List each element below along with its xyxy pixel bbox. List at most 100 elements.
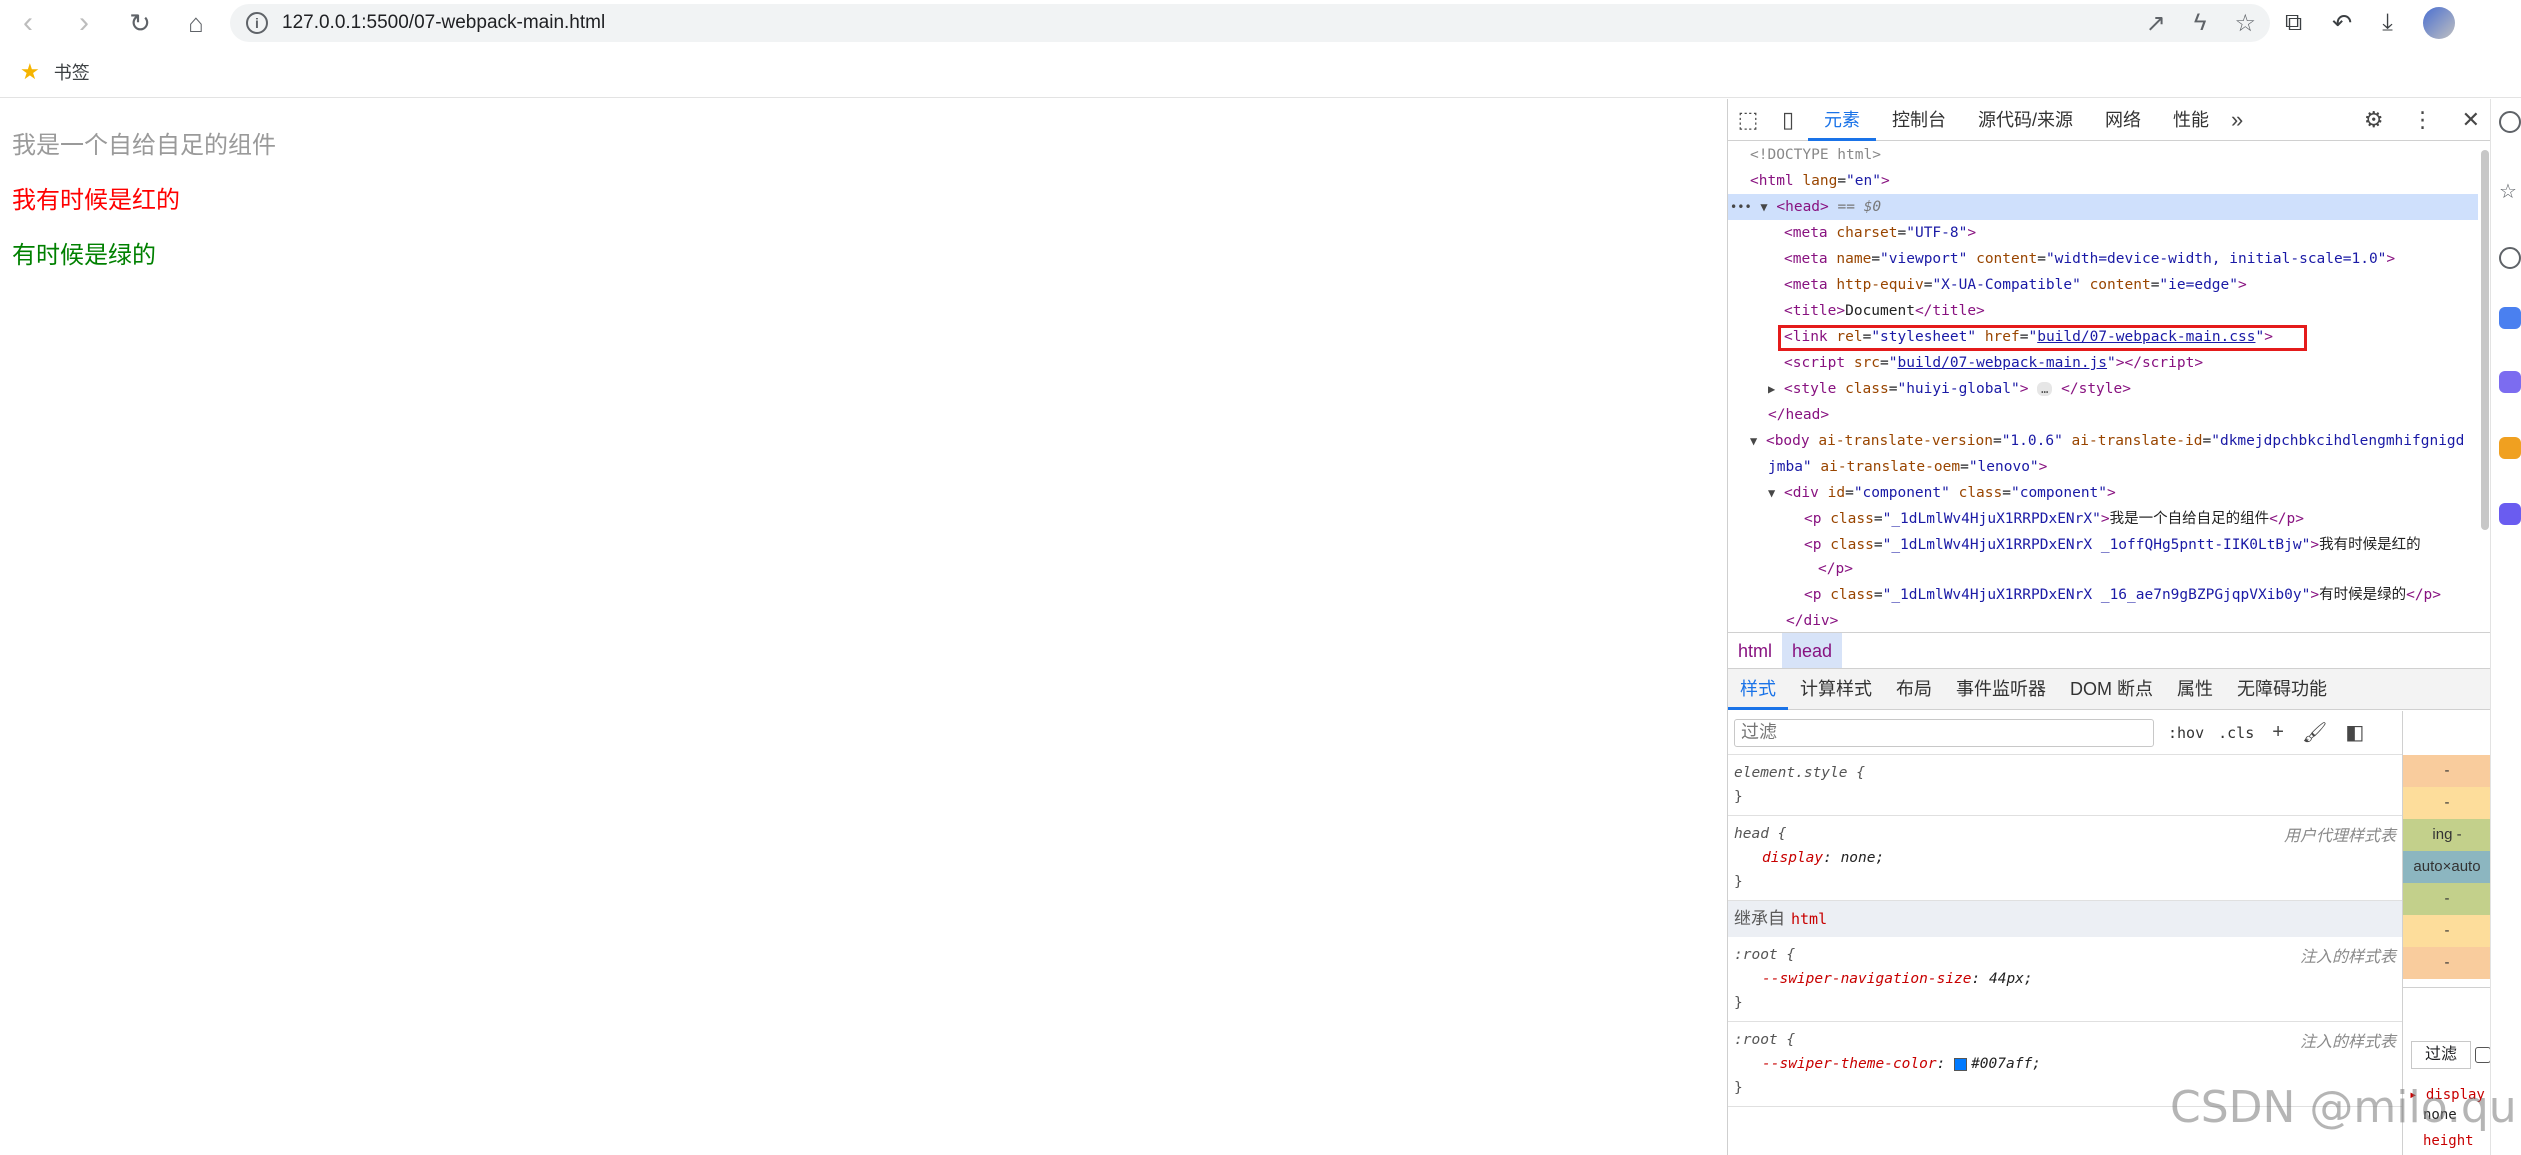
tab-console[interactable]: 控制台: [1876, 99, 1962, 141]
watermark: CSDN @milo.qu: [2170, 1082, 2517, 1133]
more-actions-icon[interactable]: •••: [1730, 200, 1752, 214]
rule-element-style[interactable]: element.style { }: [1728, 755, 2402, 816]
dom-node-meta-viewport[interactable]: <meta name="viewport" content="width=dev…: [1784, 246, 2395, 272]
dom-node-style[interactable]: ▶ <style class="huiyi-global"> … </style…: [1768, 376, 2131, 402]
tab-styles[interactable]: 样式: [1728, 668, 1788, 710]
inherited-header: 继承自 html: [1728, 901, 2402, 937]
rule-source: 注入的样式表: [2299, 1032, 2396, 1051]
annotation-highlight-box: [1778, 325, 2307, 351]
rule-root-navigation[interactable]: :root { 注入的样式表 --swiper-navigation-size:…: [1728, 937, 2402, 1022]
elements-scrollbar[interactable]: [2481, 150, 2489, 530]
close-icon[interactable]: ✕: [2462, 107, 2480, 133]
tab-layout[interactable]: 布局: [1884, 668, 1944, 710]
devtools-tabbar: ⬚ ▯ 元素 控制台 源代码/来源 网络 性能 » ⚙ ⋮ ✕: [1728, 99, 2490, 141]
tab-computed[interactable]: 计算样式: [1788, 668, 1884, 710]
box-model-padding: ing -: [2403, 819, 2491, 851]
color-swatch[interactable]: [1954, 1057, 1968, 1071]
tab-network[interactable]: 网络: [2089, 99, 2157, 141]
bookmark-folder[interactable]: 书签: [54, 59, 90, 85]
app-icon[interactable]: [2499, 307, 2521, 329]
browser-side-panel: ☆: [2490, 99, 2521, 1155]
component-text-green: 有时候是绿的: [12, 241, 156, 269]
component-text-gray: 我是一个自给自足的组件: [12, 131, 276, 159]
share-icon[interactable]: ↗: [2146, 9, 2166, 38]
avatar[interactable]: [2422, 7, 2455, 39]
divider: [2403, 987, 2491, 988]
url-text[interactable]: 127.0.0.1:5500/07-webpack-main.html: [282, 12, 605, 34]
reload-icon[interactable]: ↻: [112, 0, 168, 46]
tab-event-listeners[interactable]: 事件监听器: [1944, 668, 2058, 710]
breadcrumb-html[interactable]: html: [1728, 633, 1782, 669]
dom-node-p2-close[interactable]: </p>: [1818, 556, 1853, 582]
tab-properties[interactable]: 属性: [2165, 668, 2225, 710]
hov-button[interactable]: :hov: [2168, 724, 2204, 742]
rule-head[interactable]: head { 用户代理样式表 display: none; }: [1728, 816, 2402, 901]
tab-dom-breakpoints[interactable]: DOM 断点: [2058, 668, 2165, 710]
star-icon: ★: [20, 58, 40, 84]
dom-node-head-close[interactable]: </head>: [1768, 402, 1829, 428]
lightning-icon[interactable]: ϟ: [2194, 9, 2207, 37]
dom-node-html[interactable]: <html lang="en">: [1750, 168, 1890, 194]
extensions-icon[interactable]: ⧉: [2285, 9, 2302, 37]
collapse-arrow-icon[interactable]: ▶: [1768, 382, 1775, 396]
tab-sources[interactable]: 源代码/来源: [1962, 99, 2089, 141]
dom-node-meta-charset[interactable]: <meta charset="UTF-8">: [1784, 220, 1976, 246]
dom-node-body-cont[interactable]: jmba" ai-translate-oem="lenovo">: [1768, 454, 2047, 480]
bookmarks-bar: ★ 书签: [0, 46, 2521, 98]
shop-icon[interactable]: [2499, 437, 2521, 459]
expand-arrow-icon[interactable]: ▼: [1750, 434, 1757, 448]
inherited-tag-link[interactable]: html: [1791, 910, 1827, 928]
box-model-margin: -: [2403, 755, 2491, 787]
bookmark-star-icon[interactable]: ☆: [2234, 9, 2256, 38]
dom-node-p3[interactable]: <p class="_1dLmlWv4HjuX1RRPDxENrX _16_ae…: [1804, 582, 2441, 608]
page-content: 我是一个自给自足的组件 我有时候是红的 有时候是绿的: [0, 99, 1727, 1155]
ellipsis-icon[interactable]: …: [2037, 382, 2053, 396]
elements-tree: <!DOCTYPE html> <html lang="en"> ••• ▼ <…: [1728, 142, 2491, 632]
forward-icon[interactable]: ›: [56, 0, 112, 46]
search-icon[interactable]: [2499, 111, 2521, 133]
dom-node-title[interactable]: <title>Document</title>: [1784, 298, 1985, 324]
pin-icon[interactable]: ☆: [2499, 179, 2521, 203]
dom-node-p2[interactable]: <p class="_1dLmlWv4HjuX1RRPDxENrX _1offQ…: [1804, 532, 2421, 558]
dom-node-p1[interactable]: <p class="_1dLmlWv4HjuX1RRPDxENrX">我是一个自…: [1804, 506, 2304, 532]
address-bar[interactable]: i 127.0.0.1:5500/07-webpack-main.html ↗ …: [230, 4, 2270, 42]
history-icon[interactable]: [2499, 247, 2521, 269]
computed-prop-height[interactable]: height: [2423, 1133, 2474, 1149]
inspect-icon[interactable]: ⬚: [1728, 107, 1768, 133]
settings-icon[interactable]: ⚙: [2364, 107, 2384, 133]
assistant-icon[interactable]: [2499, 371, 2521, 393]
tab-accessibility[interactable]: 无障碍功能: [2225, 668, 2339, 710]
toggle-sidebar-icon[interactable]: ◧: [2345, 720, 2364, 745]
undo-icon[interactable]: ↶: [2332, 9, 2352, 38]
expand-arrow-icon[interactable]: ▼: [1760, 200, 1767, 214]
paint-icon[interactable]: 🖌: [2302, 720, 2327, 745]
component-text-red: 我有时候是红的: [12, 186, 180, 214]
dom-node-meta-http-equiv[interactable]: <meta http-equiv="X-UA-Compatible" conte…: [1784, 272, 2247, 298]
dom-node-head[interactable]: ••• ▼ <head> == $0: [1730, 194, 1881, 220]
device-toolbar-icon[interactable]: ▯: [1768, 107, 1808, 133]
back-icon[interactable]: ‹: [0, 0, 56, 46]
download-icon[interactable]: ⤓: [2382, 9, 2393, 37]
tool-icon[interactable]: [2499, 503, 2521, 525]
more-tabs-icon[interactable]: »: [2225, 107, 2249, 133]
breadcrumb-head[interactable]: head: [1782, 632, 1843, 669]
dom-node-body[interactable]: ▼ <body ai-translate-version="1.0.6" ai-…: [1750, 428, 2464, 454]
kebab-menu-icon[interactable]: ⋮: [2412, 107, 2434, 133]
dom-node-script[interactable]: <script src="build/07-webpack-main.js"><…: [1784, 350, 2203, 376]
cls-button[interactable]: .cls: [2218, 724, 2254, 742]
tab-performance[interactable]: 性能: [2157, 99, 2225, 141]
styles-filter-input[interactable]: [1734, 718, 2154, 747]
tab-elements[interactable]: 元素: [1808, 99, 1876, 141]
new-rule-icon[interactable]: +: [2272, 721, 2284, 744]
script-src-link[interactable]: build/07-webpack-main.js: [1898, 355, 2108, 371]
styles-subtabs: 样式 计算样式 布局 事件监听器 DOM 断点 属性 无障碍功能: [1728, 668, 2491, 710]
dom-node-doctype[interactable]: <!DOCTYPE html>: [1750, 142, 1881, 168]
computed-filter-input[interactable]: 过滤: [2411, 1041, 2471, 1069]
expand-arrow-icon[interactable]: ▼: [1768, 486, 1775, 500]
breadcrumb: html head: [1728, 632, 2491, 669]
dom-node-div-close[interactable]: </div>: [1786, 608, 1838, 632]
home-icon[interactable]: ⌂: [168, 0, 224, 46]
show-all-checkbox[interactable]: [2475, 1047, 2491, 1063]
dom-node-div-component[interactable]: ▼ <div id="component" class="component">: [1768, 480, 2116, 506]
site-info-icon[interactable]: i: [246, 12, 268, 34]
